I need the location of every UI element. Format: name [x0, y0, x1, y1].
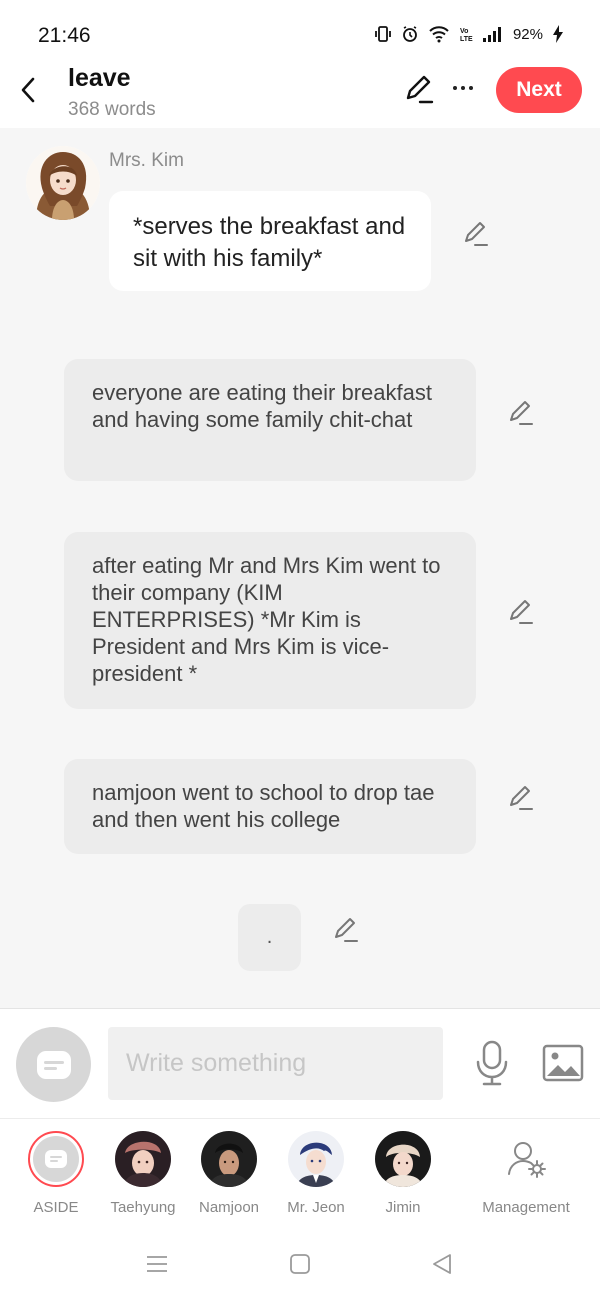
narration-bubble[interactable]: namjoon went to school to drop tae and t…	[64, 759, 476, 854]
chat-area[interactable]: Mrs. Kim *serves the breakfast and sit w…	[0, 128, 600, 1008]
menu-icon	[147, 1256, 167, 1272]
aside-avatar	[28, 1131, 84, 1187]
edit-narration-button[interactable]	[506, 597, 536, 627]
status-icons: Vo LTE 92%	[374, 24, 564, 44]
edit-message-button[interactable]	[461, 219, 491, 249]
mrs-kim-avatar[interactable]	[26, 146, 100, 220]
pen-icon	[510, 401, 533, 425]
character-jimin[interactable]: Jimin	[358, 1131, 448, 1216]
character-label: Management	[482, 1199, 570, 1216]
narration-bubble-empty[interactable]: .	[238, 904, 301, 971]
edit-narration-button[interactable]	[506, 783, 536, 813]
image-button[interactable]	[542, 1044, 584, 1082]
story-title: leave	[68, 64, 131, 92]
narration-bubble[interactable]: everyone are eating their breakfast and …	[64, 359, 476, 481]
aside-toggle-button[interactable]	[16, 1027, 91, 1102]
recent-apps-button[interactable]	[145, 1252, 169, 1276]
pen-icon	[335, 918, 358, 942]
pen-icon	[510, 786, 533, 810]
character-label: Jimin	[385, 1199, 421, 1216]
jimin-avatar	[375, 1131, 431, 1187]
wifi-icon	[429, 26, 449, 43]
character-label: Mr. Jeon	[287, 1199, 345, 1216]
character-label: Namjoon	[198, 1199, 260, 1216]
microphone-button[interactable]	[474, 1040, 510, 1086]
back-button[interactable]	[14, 72, 42, 108]
character-name: Mrs. Kim	[109, 150, 184, 171]
svg-text:LTE: LTE	[460, 36, 473, 43]
home-button[interactable]	[288, 1252, 312, 1276]
back-nav-button[interactable]	[430, 1252, 454, 1276]
namjoon-avatar	[201, 1131, 257, 1187]
user-settings-icon	[508, 1142, 546, 1178]
pen-icon	[465, 222, 488, 246]
top-bar: leave 368 words Next	[0, 64, 600, 128]
image-icon	[542, 1044, 584, 1082]
chat-bubble-icon	[36, 1050, 71, 1079]
status-bar: 21:46 Vo LTE 92%	[0, 0, 600, 64]
character-namjoon[interactable]: Namjoon	[184, 1131, 274, 1216]
square-icon	[290, 1254, 310, 1274]
status-time: 21:46	[38, 24, 91, 47]
vibrate-icon	[375, 26, 391, 42]
pen-icon	[406, 75, 434, 104]
chat-bubble-icon	[45, 1150, 67, 1168]
character-taehyung[interactable]: Taehyung	[98, 1131, 188, 1216]
character-message-bubble[interactable]: *serves the breakfast and sit with his f…	[109, 191, 431, 291]
character-bar: ASIDE Taehyung Namjoon Mr. Jeon Jimin Ma…	[0, 1118, 600, 1228]
system-nav-bar	[0, 1228, 600, 1300]
alarm-icon	[403, 26, 417, 42]
svg-text:Vo: Vo	[460, 28, 468, 35]
character-label: Taehyung	[110, 1199, 176, 1216]
battery-percent: 92%	[512, 25, 543, 43]
volte-icon: VoLTE	[460, 28, 473, 43]
word-count: 368 words	[68, 99, 156, 120]
edit-narration-button[interactable]	[506, 398, 536, 428]
signal-icon	[482, 27, 501, 42]
composer-bar	[0, 1008, 600, 1118]
pen-icon	[510, 600, 533, 624]
message-input[interactable]	[108, 1027, 443, 1100]
character-label: ASIDE	[33, 1199, 79, 1216]
management-icon-wrap	[498, 1131, 554, 1187]
mr-jeon-avatar	[288, 1131, 344, 1187]
character-management[interactable]: Management	[474, 1131, 578, 1216]
edit-narration-button[interactable]	[331, 915, 361, 945]
triangle-back-icon	[433, 1254, 451, 1274]
chevron-left-icon	[21, 77, 35, 103]
edit-title-button[interactable]	[403, 74, 435, 106]
character-aside[interactable]: ASIDE	[11, 1131, 101, 1216]
microphone-icon	[476, 1040, 508, 1086]
charging-icon	[553, 25, 563, 43]
narration-bubble[interactable]: after eating Mr and Mrs Kim went to thei…	[64, 532, 476, 709]
next-button[interactable]: Next	[496, 67, 582, 113]
taehyung-avatar	[115, 1131, 171, 1187]
character-mr-jeon[interactable]: Mr. Jeon	[271, 1131, 361, 1216]
more-button[interactable]	[448, 78, 478, 98]
